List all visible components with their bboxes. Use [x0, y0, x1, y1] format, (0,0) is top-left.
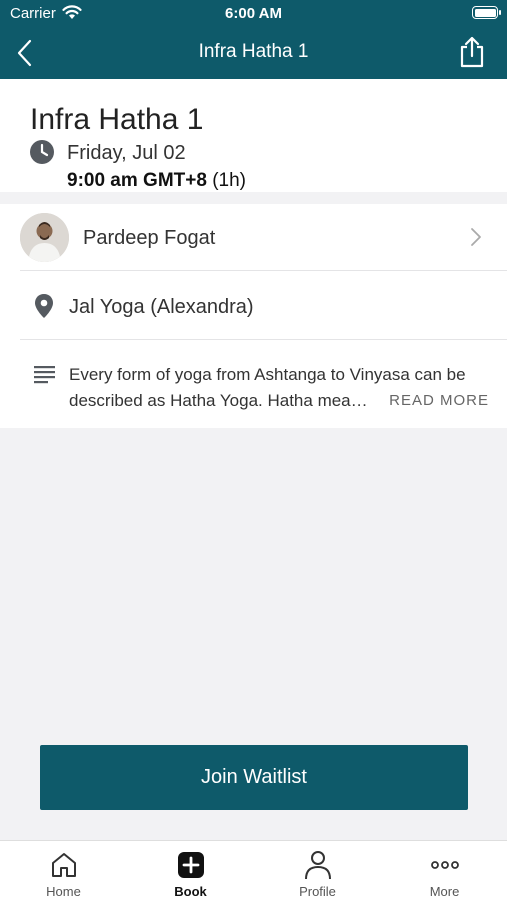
tab-profile-label: Profile	[299, 884, 336, 899]
status-bar: Carrier 6:00 AM	[0, 0, 507, 28]
description-line-2-row: described as Hatha Yoga. Hatha mea… READ…	[69, 388, 489, 414]
class-detail-card: Pardeep Fogat Jal Yoga (Alexandra) Every…	[0, 204, 507, 428]
class-description: Every form of yoga from Ashtanga to Viny…	[69, 362, 489, 414]
description-lines-icon	[34, 366, 55, 384]
share-icon	[460, 36, 484, 68]
class-time: 9:00 am GMT+8 (1h)	[67, 170, 246, 192]
instructor-row[interactable]: Pardeep Fogat	[20, 204, 507, 271]
nav-title: Infra Hatha 1	[198, 41, 309, 62]
tab-profile[interactable]: Profile	[254, 841, 381, 900]
instructor-name: Pardeep Fogat	[83, 227, 216, 249]
location-pin-icon	[35, 294, 53, 318]
app-header: Carrier 6:00 AM Infra Hatha 1	[0, 0, 507, 79]
class-info-card: Infra Hatha 1 Friday, Jul 02 9:00 am GMT…	[0, 79, 507, 192]
class-duration: (1h)	[212, 170, 246, 191]
more-dots-icon	[430, 861, 459, 869]
home-icon	[51, 853, 76, 877]
class-start-time: 9:00 am GMT+8	[67, 170, 207, 191]
tab-home-label: Home	[46, 884, 81, 899]
share-button[interactable]	[457, 35, 487, 69]
tab-book-label: Book	[174, 884, 207, 899]
read-more-link[interactable]: READ MORE	[389, 388, 489, 414]
nav-bar: Infra Hatha 1	[0, 28, 507, 79]
tab-home[interactable]: Home	[0, 841, 127, 900]
tab-more[interactable]: More	[381, 841, 507, 900]
description-line-1: Every form of yoga from Ashtanga to Viny…	[69, 365, 466, 384]
tab-bar: Home Book Profile More	[0, 840, 507, 900]
status-time: 6:00 AM	[225, 5, 282, 22]
avatar	[20, 213, 69, 262]
clock-icon	[30, 140, 54, 164]
description-line-2: described as Hatha Yoga. Hatha mea…	[69, 391, 368, 410]
join-waitlist-button[interactable]: Join Waitlist	[40, 745, 468, 810]
location-name: Jal Yoga (Alexandra)	[69, 296, 254, 318]
battery-icon	[472, 6, 501, 19]
tab-more-label: More	[429, 884, 460, 899]
chevron-right-icon	[471, 228, 481, 246]
location-row[interactable]: Jal Yoga (Alexandra)	[20, 271, 507, 340]
class-date: Friday, Jul 02	[67, 142, 186, 164]
person-icon	[304, 851, 331, 880]
class-title: Infra Hatha 1	[30, 103, 204, 136]
plus-square-icon	[177, 852, 204, 878]
tab-book[interactable]: Book	[127, 841, 254, 900]
description-row: Every form of yoga from Ashtanga to Viny…	[20, 340, 507, 428]
